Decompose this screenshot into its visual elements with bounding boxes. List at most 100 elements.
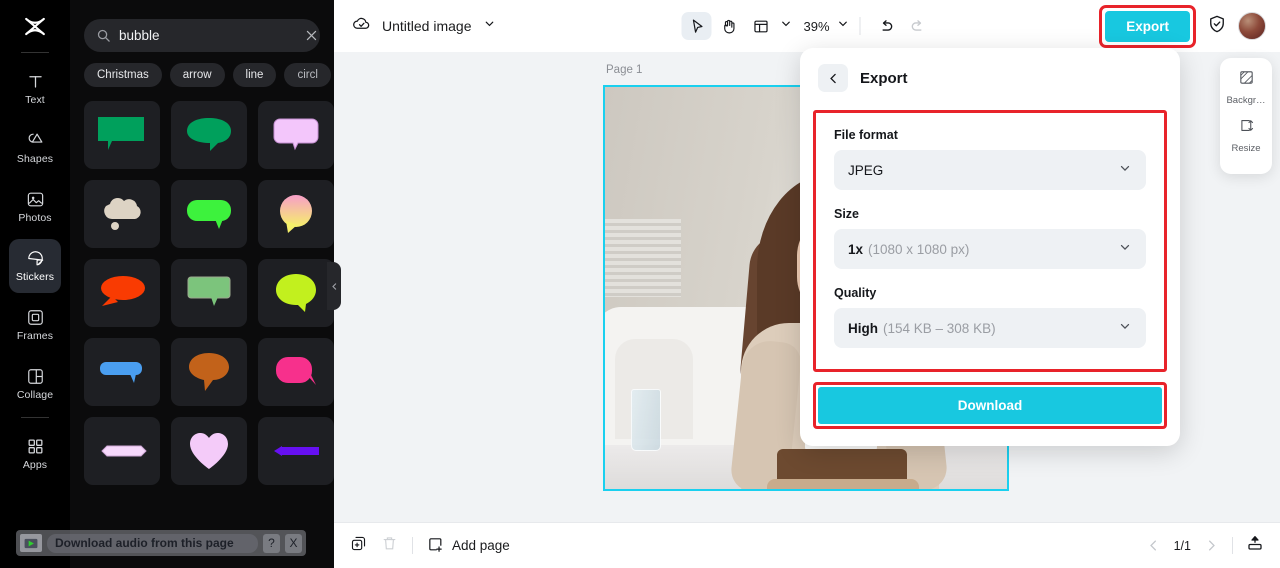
chevron-down-icon — [1118, 161, 1132, 180]
download-highlight: Download — [813, 382, 1167, 429]
export-button[interactable]: Export — [1105, 10, 1190, 42]
resize-icon — [1238, 117, 1255, 139]
hand-tool[interactable] — [713, 12, 743, 40]
right-tools-panel: Backgr… Resize — [1220, 58, 1272, 174]
sticker-brown-textured-bubble[interactable] — [171, 338, 247, 406]
sidebar-item-apps[interactable]: Apps — [9, 427, 61, 481]
upload-icon[interactable] — [1246, 534, 1264, 557]
quality-detail: (154 KB – 308 KB) — [883, 320, 996, 336]
avatar[interactable] — [1238, 12, 1266, 40]
chevron-down-icon — [1118, 240, 1132, 259]
capcut-logo[interactable] — [18, 12, 52, 46]
size-value: 1x — [848, 241, 864, 257]
download-button[interactable]: Download — [818, 387, 1162, 424]
cloud-saved-icon — [352, 14, 371, 38]
sticker-bright-green-bubble[interactable] — [171, 180, 247, 248]
rail-divider-2 — [21, 417, 49, 418]
toolbar-divider — [859, 17, 861, 35]
sidebar-item-label: Stickers — [15, 271, 55, 283]
close-icon[interactable] — [304, 28, 319, 43]
tag-arrow[interactable]: arrow — [169, 63, 225, 87]
top-right-group: Export — [1099, 4, 1266, 48]
photos-icon — [26, 190, 45, 209]
tag-circle[interactable]: circl — [284, 63, 331, 87]
sidebar-item-collage[interactable]: Collage — [9, 357, 61, 411]
extension-overlay[interactable]: Download audio from this page ? X — [16, 530, 306, 556]
panel-collapse-handle[interactable] — [327, 262, 341, 310]
add-page-button[interactable]: Add page — [427, 536, 510, 556]
bottom-right-group: 1/1 — [1146, 534, 1264, 557]
file-format-select[interactable]: JPEG — [834, 150, 1146, 190]
export-panel: Export File format JPEG Size 1x (1080 x … — [800, 48, 1180, 446]
sticker-textured-cloud-bubble[interactable] — [84, 180, 160, 248]
shapes-icon — [26, 131, 45, 150]
search-bar[interactable] — [84, 19, 320, 52]
shield-check-icon[interactable] — [1207, 14, 1227, 39]
chevron-down-icon[interactable] — [779, 17, 792, 35]
redo-button[interactable] — [903, 12, 933, 40]
sticker-pink-heart[interactable] — [171, 417, 247, 485]
sidebar-item-label: Apps — [22, 459, 48, 471]
undo-button[interactable] — [871, 12, 901, 40]
extension-help-button[interactable]: ? — [263, 533, 280, 553]
sticker-grid — [84, 101, 334, 485]
capcut-editor-window: Text Shapes Photos Stickers Frames Colla… — [0, 0, 1280, 568]
sidebar-item-frames[interactable]: Frames — [9, 298, 61, 352]
resize-button[interactable]: Resize — [1220, 117, 1272, 154]
file-format-label: File format — [834, 128, 898, 142]
chevron-down-icon[interactable] — [837, 17, 850, 35]
sticker-blue-flat-bubble[interactable] — [84, 338, 160, 406]
search-icon — [96, 28, 111, 43]
sidebar-item-text[interactable]: Text — [9, 62, 61, 116]
sticker-olive-rect-bubble[interactable] — [171, 259, 247, 327]
sticker-purple-arrow[interactable] — [258, 417, 334, 485]
sidebar-item-shapes[interactable]: Shapes — [9, 121, 61, 175]
chevron-down-icon — [1118, 319, 1132, 338]
sticker-pink-banner[interactable] — [84, 417, 160, 485]
sticker-icon — [26, 249, 45, 268]
add-page-label: Add page — [452, 538, 510, 553]
search-tag-list: Christmas arrow line circl — [84, 63, 334, 87]
prev-page-button[interactable] — [1146, 538, 1161, 553]
apps-icon — [26, 437, 45, 456]
search-input[interactable] — [119, 28, 296, 43]
tag-christmas[interactable]: Christmas — [84, 63, 162, 87]
sidebar-item-label: Shapes — [16, 153, 54, 165]
select-tool[interactable] — [681, 12, 712, 40]
size-label: Size — [834, 207, 860, 221]
sticker-pink-rounded-bubble[interactable] — [258, 101, 334, 169]
sidebar-item-stickers[interactable]: Stickers — [9, 239, 61, 293]
quality-label: Quality — [834, 286, 877, 300]
sidebar-item-label: Text — [25, 94, 45, 106]
sticker-red-oval-bubble[interactable] — [84, 259, 160, 327]
background-button[interactable]: Backgr… — [1220, 69, 1272, 106]
bottom-divider — [412, 537, 413, 554]
bottom-toolbar: Add page 1/1 — [334, 522, 1280, 568]
document-title-group[interactable]: Untitled image — [352, 14, 496, 38]
zoom-level[interactable]: 39% — [803, 19, 829, 34]
export-highlight: Export — [1099, 4, 1196, 48]
sticker-pink-glossy-bubble[interactable] — [258, 338, 334, 406]
chevron-down-icon[interactable] — [483, 17, 496, 35]
sticker-green-rect-bubble[interactable] — [84, 101, 160, 169]
tag-line[interactable]: line — [232, 63, 277, 87]
size-select[interactable]: 1x (1080 x 1080 px) — [834, 229, 1146, 269]
bottom-left-group: Add page — [350, 535, 510, 557]
duplicate-page-icon[interactable] — [350, 535, 367, 557]
layout-tool[interactable] — [745, 12, 775, 40]
extension-close-button[interactable]: X — [285, 533, 302, 553]
rail-divider — [21, 52, 49, 53]
quality-select[interactable]: High (154 KB – 308 KB) — [834, 308, 1146, 348]
sticker-gradient-pink-yellow-bubble[interactable] — [258, 180, 334, 248]
page-title: Untitled image — [382, 18, 472, 34]
trash-icon — [381, 535, 398, 557]
export-fields-highlight: File format JPEG Size 1x (1080 x 1080 px… — [813, 110, 1167, 372]
next-page-button[interactable] — [1204, 538, 1219, 553]
export-panel-title: Export — [860, 69, 908, 87]
export-back-button[interactable] — [818, 64, 848, 92]
left-nav-rail: Text Shapes Photos Stickers Frames Colla… — [0, 0, 70, 568]
sticker-green-round-bubble[interactable] — [171, 101, 247, 169]
sidebar-item-photos[interactable]: Photos — [9, 180, 61, 234]
sticker-lime-bubble[interactable] — [258, 259, 334, 327]
page-label: Page 1 — [606, 64, 643, 76]
